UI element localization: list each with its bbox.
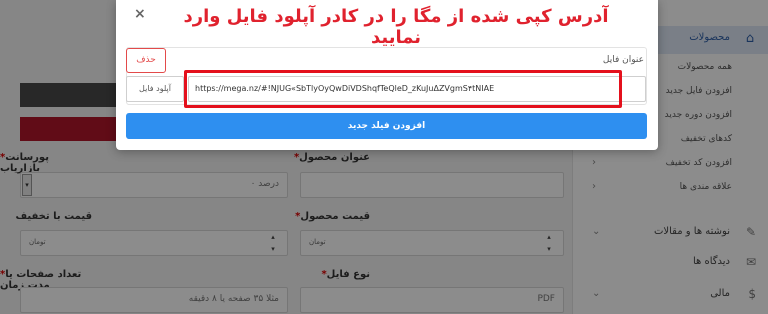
upload-file-button[interactable]: آپلود فایل: [126, 76, 184, 102]
delete-button[interactable]: حذف: [126, 48, 166, 73]
file-url-input[interactable]: https://mega.nz/#!NJUG«SbTlyOyQwDiVDShqf…: [188, 76, 646, 102]
add-file-modal: × آدرس کپی شده از مگا را در کادر آپلود ف…: [116, 0, 658, 150]
instruction-title: آدرس کپی شده از مگا را در کادر آپلود فای…: [183, 6, 609, 48]
close-icon[interactable]: ×: [134, 6, 146, 22]
file-title-label: عنوان فایل: [602, 55, 644, 65]
add-new-field-button[interactable]: افزودن فیلد جدید: [126, 113, 647, 139]
